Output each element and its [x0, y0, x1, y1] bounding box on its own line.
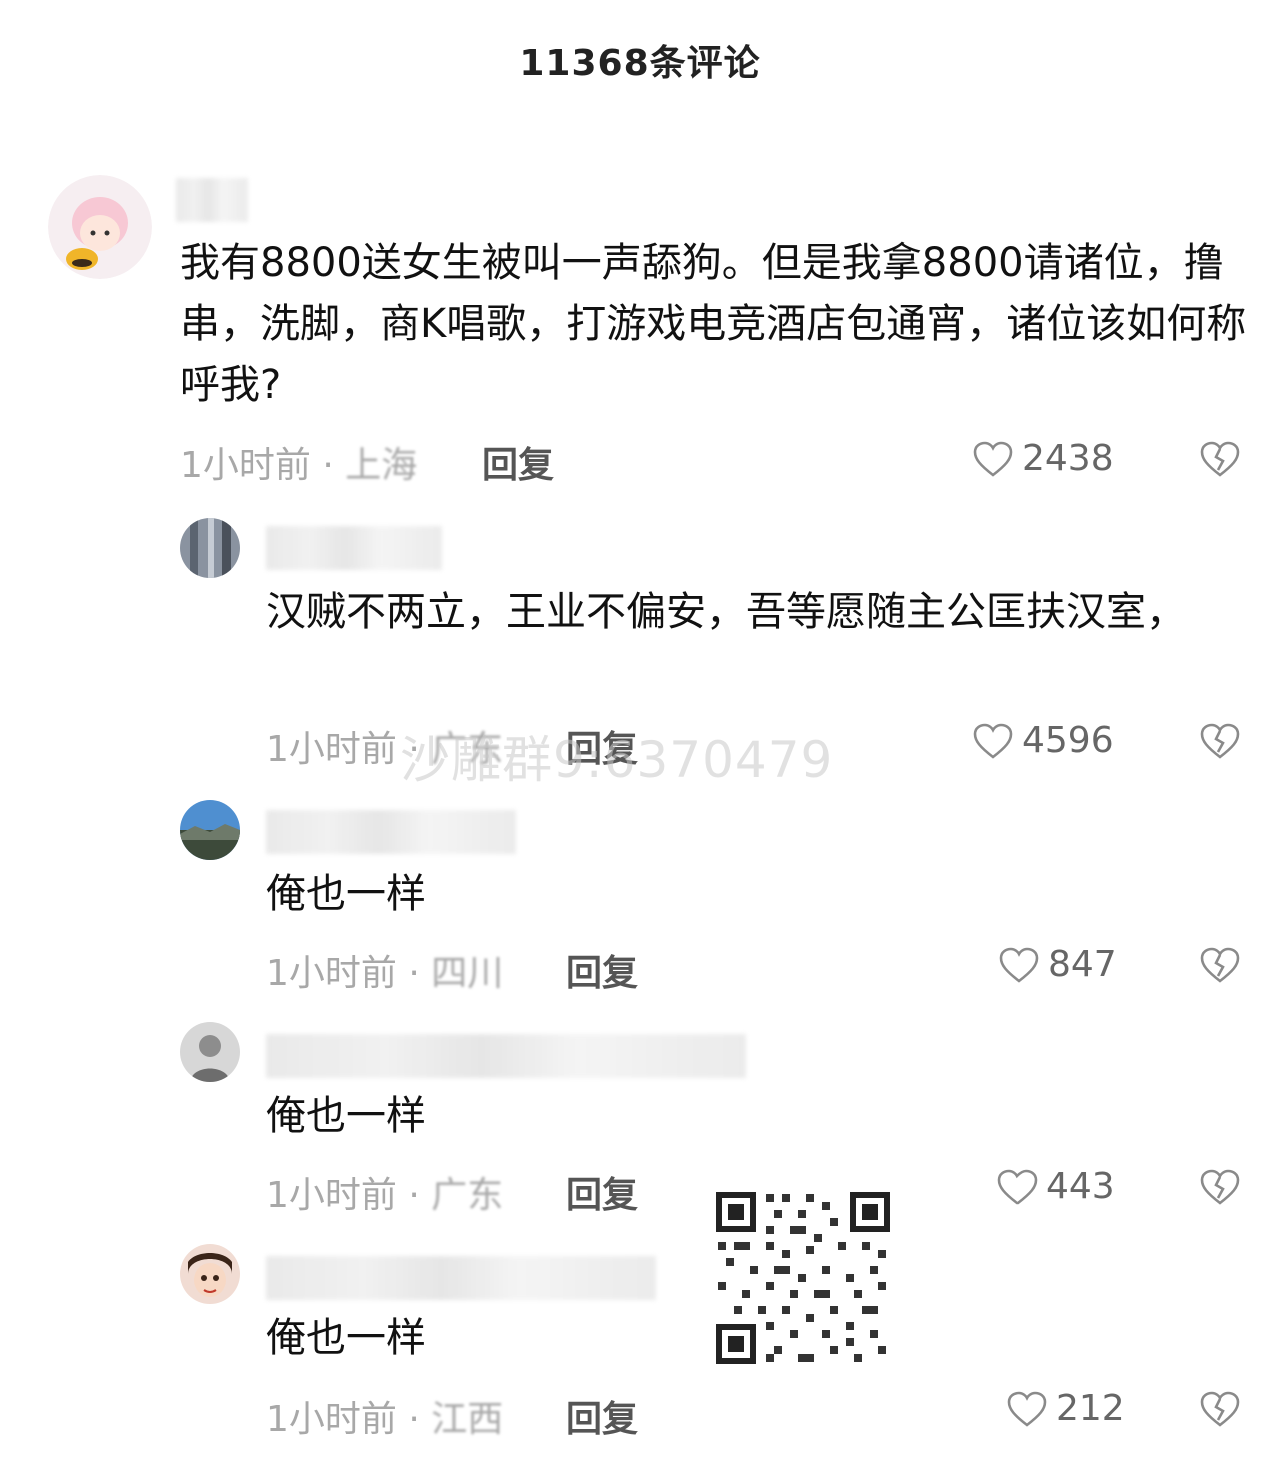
comment-location: 四川 [431, 953, 504, 994]
comment-time: 1小时前 [266, 953, 397, 994]
dislike-button[interactable] [1198, 946, 1242, 988]
like-button[interactable]: 443 [996, 1166, 1115, 1207]
username[interactable] [266, 526, 442, 570]
like-button[interactable]: 4596 [972, 720, 1114, 761]
comments-page: 11368条评论 我有8800送女生被叫一声舔狗。但是我拿8800请诸位，撸串，… [0, 0, 1280, 1484]
username[interactable] [266, 810, 516, 854]
heart-icon [997, 1169, 1038, 1204]
comment-location: 江西 [431, 1399, 504, 1440]
broken-heart-icon [1200, 1391, 1240, 1427]
broken-heart-icon [1200, 723, 1240, 759]
like-count: 212 [1056, 1388, 1125, 1429]
watermark-text: 沙雕群9:6370479 [400, 731, 834, 789]
comment-time: 1小时前 [266, 729, 397, 770]
comment-text: 俺也一样 [266, 1093, 426, 1139]
avatar[interactable] [180, 1244, 240, 1304]
comment-meta: 1小时前 · 广东 [266, 1175, 504, 1216]
broken-heart-icon [1200, 947, 1240, 983]
dislike-button[interactable] [1198, 440, 1242, 482]
avatar[interactable] [180, 800, 240, 860]
comment-text: 汉贼不两立，王业不偏安，吾等愿随主公匡扶汉室， [266, 589, 1186, 635]
reply-button[interactable]: 回复 [566, 1166, 638, 1218]
comment-location: 广东 [431, 1175, 504, 1216]
comment-count-title: 11368条评论 [519, 43, 761, 84]
comment-meta: 1小时前 · 江西 [266, 1399, 504, 1440]
comment-time: 1小时前 [180, 445, 311, 486]
comment-meta: 1小时前 · 上海 [180, 445, 418, 486]
broken-heart-icon [1200, 441, 1240, 477]
username[interactable] [266, 1256, 656, 1300]
heart-icon [999, 947, 1039, 983]
like-count: 2438 [1022, 438, 1114, 479]
heart-icon [973, 441, 1013, 477]
dislike-button[interactable] [1198, 1390, 1242, 1432]
like-count: 443 [1046, 1166, 1115, 1207]
reply-button[interactable]: 回复 [566, 1390, 638, 1442]
username[interactable] [266, 1034, 746, 1078]
username[interactable] [176, 178, 248, 222]
comment-time: 1小时前 [266, 1399, 397, 1440]
comment-location: 上海 [345, 445, 418, 486]
avatar[interactable] [180, 518, 240, 578]
like-count: 4596 [1022, 720, 1114, 761]
reply-button[interactable]: 回复 [566, 944, 638, 996]
comment-text: 俺也一样 [266, 871, 426, 917]
like-button[interactable]: 847 [998, 944, 1117, 985]
heart-icon [973, 723, 1013, 759]
like-button[interactable]: 212 [1006, 1388, 1125, 1429]
comment-time: 1小时前 [266, 1175, 397, 1216]
like-count: 847 [1048, 944, 1117, 985]
qr-code-image [712, 1188, 894, 1368]
comment-meta: 1小时前 · 四川 [266, 953, 504, 994]
reply-button[interactable]: 回复 [482, 436, 554, 488]
like-button[interactable]: 2438 [972, 438, 1114, 479]
dislike-button[interactable] [1198, 1168, 1242, 1210]
dislike-button[interactable] [1198, 722, 1242, 764]
comment-text: 我有8800送女生被叫一声舔狗。但是我拿8800请诸位，撸串，洗脚，商K唱歌，打… [180, 240, 1247, 408]
comment-text: 俺也一样 [266, 1315, 426, 1361]
broken-heart-icon [1200, 1169, 1240, 1205]
avatar[interactable] [48, 175, 152, 279]
heart-icon [1007, 1391, 1047, 1427]
avatar[interactable] [180, 1022, 240, 1082]
